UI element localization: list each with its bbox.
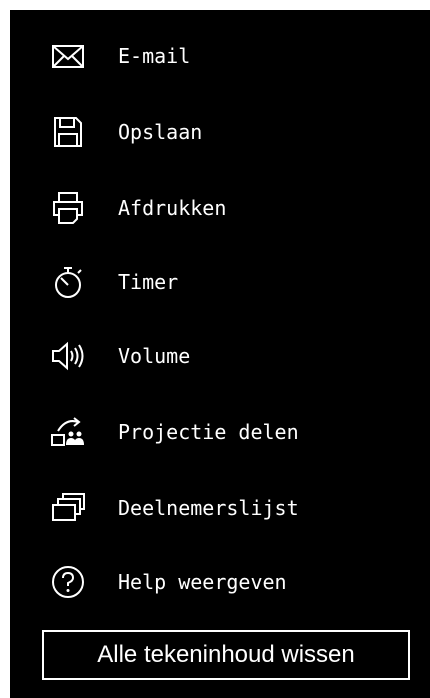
help-icon: [48, 562, 88, 602]
timer-icon: [48, 262, 88, 302]
share-projection-icon: [48, 412, 88, 452]
menu-item-label: Timer: [118, 270, 179, 294]
menu-item-label: E-mail: [118, 44, 191, 68]
menu-item-label: Help weergeven: [118, 570, 287, 594]
menu-item-label: Projectie delen: [118, 420, 299, 444]
menu-item-email[interactable]: E-mail: [10, 26, 430, 86]
mail-icon: [48, 36, 88, 76]
menu-item-save[interactable]: Opslaan: [10, 102, 430, 162]
menu-item-help[interactable]: Help weergeven: [10, 552, 430, 612]
menu-item-print[interactable]: Afdrukken: [10, 178, 430, 238]
participant-list-icon: [48, 488, 88, 528]
menu-item-share-projection[interactable]: Projectie delen: [10, 402, 430, 462]
side-menu-panel: E-mail Opslaan Afdrukken Timer Volume Pr…: [10, 10, 430, 698]
menu-item-volume[interactable]: Volume: [10, 326, 430, 386]
volume-icon: [48, 336, 88, 376]
menu-item-participant-list[interactable]: Deelnemerslijst: [10, 478, 430, 538]
menu-item-timer[interactable]: Timer: [10, 252, 430, 312]
print-icon: [48, 188, 88, 228]
save-icon: [48, 112, 88, 152]
menu-item-label: Deelnemerslijst: [118, 496, 299, 520]
menu-item-label: Volume: [118, 344, 191, 368]
clear-all-drawing-button[interactable]: Alle tekeninhoud wissen: [42, 630, 410, 680]
menu-item-label: Opslaan: [118, 120, 203, 144]
menu-item-label: Afdrukken: [118, 196, 227, 220]
